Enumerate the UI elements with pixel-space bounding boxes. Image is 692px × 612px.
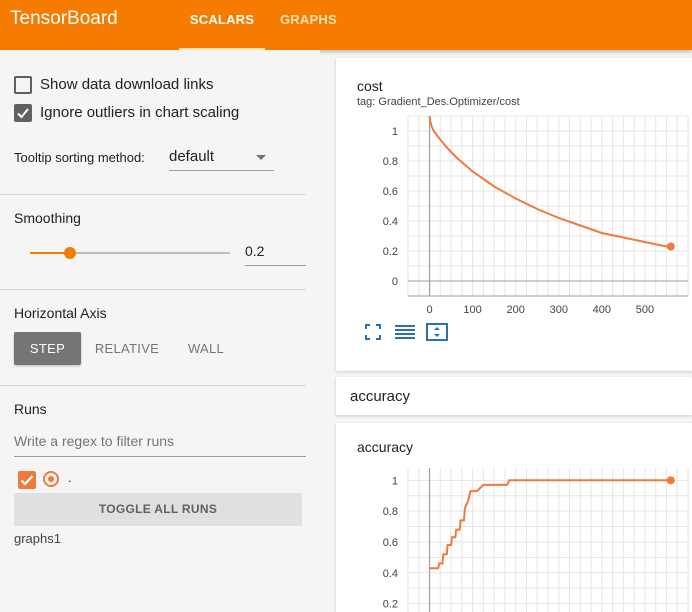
axis-step-button[interactable]: STEP [14, 332, 81, 365]
run-name: . [68, 470, 72, 485]
accuracy-section-header[interactable]: accuracy [336, 377, 692, 415]
y-tick-label: 0.8 [383, 156, 398, 168]
smoothing-label: Smoothing [14, 210, 81, 226]
y-tick-label: 1 [392, 126, 398, 138]
cost-chart[interactable]: 0 0.2 0.4 0.6 0.8 1 0 100 200 300 400 500 [336, 58, 692, 318]
tensorboard-app: TensorBoard SCALARS GRAPHS Show data dow… [0, 0, 692, 612]
horizontal-axis-label: Horizontal Axis [14, 305, 107, 321]
run-group-name: graphs1 [14, 531, 61, 546]
cost-chart-card: cost tag: Gradient_Des.Optimizer/cost 00… [336, 58, 692, 371]
axis-wall-button[interactable]: WALL [176, 332, 236, 365]
show-download-links-checkbox[interactable] [14, 76, 32, 94]
smoothing-value-input[interactable]: 0.2 [245, 240, 306, 266]
y-tick-label: 0.4 [383, 216, 398, 228]
show-download-links-label[interactable]: Show data download links [40, 76, 213, 93]
tooltip-sorting-value: default [169, 148, 215, 165]
radio-dot [48, 476, 54, 482]
tooltip-sorting-label: Tooltip sorting method: [14, 150, 145, 165]
app-title: TensorBoard [10, 8, 118, 29]
y-tick-label: 0.2 [383, 599, 398, 611]
run-checkbox[interactable] [18, 471, 36, 489]
tooltip-sorting-dropdown[interactable]: default [169, 147, 274, 171]
run-filter-input[interactable]: Write a regex to filter runs [14, 430, 306, 457]
top-app-bar: TensorBoard SCALARS GRAPHS [0, 0, 692, 50]
y-tick-label: 0.6 [383, 186, 398, 198]
x-tick-label: 300 [550, 304, 568, 316]
tab-scalars[interactable]: SCALARS [179, 12, 265, 50]
divider [0, 385, 306, 386]
y-tick-label: 0.8 [383, 506, 398, 518]
axis-relative-button[interactable]: RELATIVE [90, 332, 164, 365]
toggle-all-runs-button[interactable]: TOGGLE ALL RUNS [14, 493, 302, 526]
x-tick-label: 100 [463, 304, 481, 316]
expand-icon[interactable] [426, 323, 448, 341]
sidebar: Show data download links Ignore outliers… [0, 50, 320, 612]
run-color-radio[interactable] [43, 471, 59, 487]
section-title: accuracy [350, 388, 411, 405]
toggle-log-scale-icon[interactable] [395, 324, 415, 340]
y-tick-label: 0 [392, 276, 398, 288]
ignore-outliers-checkbox[interactable] [14, 104, 32, 122]
smoothing-slider[interactable] [30, 247, 230, 259]
x-tick-label: 200 [507, 304, 525, 316]
accuracy-chart[interactable]: 0.2 0.4 0.6 0.8 1 [336, 423, 692, 612]
tab-graphs[interactable]: GRAPHS [280, 12, 337, 50]
last-point-marker [666, 476, 675, 485]
ignore-outliers-label[interactable]: Ignore outliers in chart scaling [40, 104, 239, 121]
fit-domain-icon[interactable] [365, 324, 381, 340]
caret-down-icon [256, 155, 266, 160]
y-tick-label: 0.6 [383, 537, 398, 549]
y-tick-label: 0.2 [383, 246, 398, 258]
slider-thumb[interactable] [64, 247, 76, 259]
divider [0, 289, 306, 290]
checkmark-icon [20, 475, 34, 486]
checkmark-icon [17, 108, 29, 119]
y-tick-label: 1 [392, 475, 398, 487]
x-tick-label: 500 [636, 304, 654, 316]
x-tick-label: 0 [426, 304, 432, 316]
accuracy-chart-card: accuracy 0.2 0.4 0.6 0.8 1 [336, 423, 692, 612]
x-tick-label: 400 [593, 304, 611, 316]
y-tick-label: 0.4 [383, 568, 398, 580]
last-point-marker [666, 242, 675, 251]
divider [0, 194, 306, 195]
runs-label: Runs [14, 401, 47, 417]
